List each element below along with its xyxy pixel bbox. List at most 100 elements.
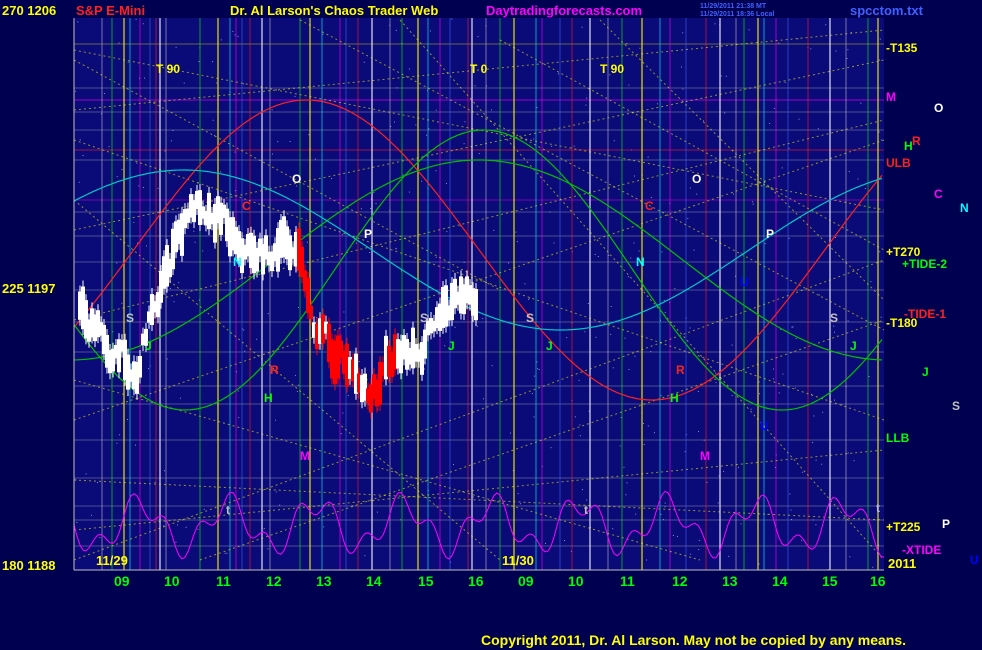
date-label-day2: 11/30 bbox=[502, 553, 534, 568]
x-hour-tick-label: 16 bbox=[870, 573, 886, 589]
star-dot bbox=[135, 18, 137, 20]
star-dot bbox=[835, 50, 837, 52]
copyright-text: Copyright 2011, Dr. Al Larson. May not b… bbox=[481, 632, 906, 648]
star-dot bbox=[627, 276, 629, 278]
price-bar-up bbox=[138, 355, 142, 378]
star-dot bbox=[878, 131, 880, 133]
right-flux-label: H bbox=[904, 139, 913, 153]
chart-flux-label: N bbox=[636, 255, 645, 269]
star-dot bbox=[355, 242, 357, 244]
star-dot bbox=[594, 254, 596, 256]
star-dot bbox=[664, 312, 666, 314]
star-dot bbox=[628, 369, 630, 371]
mid-price-label: 225 1197 bbox=[2, 281, 56, 296]
star-dot bbox=[579, 424, 581, 426]
star-dot bbox=[435, 256, 437, 258]
star-dot bbox=[706, 481, 708, 483]
star-dot bbox=[294, 374, 296, 376]
right-flux-label: P bbox=[942, 517, 950, 531]
star-dot bbox=[853, 460, 855, 462]
star-dot bbox=[275, 419, 277, 421]
bottom-price-label: 180 1188 bbox=[2, 558, 56, 573]
star-dot bbox=[533, 138, 535, 140]
star-dot bbox=[296, 391, 298, 393]
star-dot bbox=[633, 175, 635, 177]
x-hour-tick-label: 14 bbox=[772, 573, 788, 589]
timestamp-mt: 11/29/2011 21:38 MT bbox=[700, 3, 767, 10]
star-dot bbox=[103, 93, 105, 95]
right-flux-label: +TIDE-2 bbox=[902, 257, 947, 271]
star-dot bbox=[731, 344, 733, 346]
chart-flux-label: M bbox=[700, 449, 710, 463]
star-dot bbox=[267, 313, 269, 315]
star-dot bbox=[633, 242, 635, 244]
star-dot bbox=[370, 207, 372, 209]
star-dot bbox=[682, 32, 684, 34]
star-dot bbox=[773, 107, 775, 109]
star-dot bbox=[661, 251, 663, 253]
star-dot bbox=[553, 242, 555, 244]
star-dot bbox=[778, 42, 780, 44]
star-dot bbox=[748, 29, 750, 31]
star-dot bbox=[750, 408, 752, 410]
star-dot bbox=[127, 61, 129, 63]
star-dot bbox=[454, 326, 456, 328]
star-dot bbox=[289, 140, 291, 142]
star-dot bbox=[369, 252, 371, 254]
star-dot bbox=[847, 452, 849, 454]
star-dot bbox=[868, 376, 870, 378]
star-dot bbox=[818, 294, 820, 296]
star-dot bbox=[237, 35, 239, 37]
star-dot bbox=[408, 191, 410, 193]
star-dot bbox=[639, 47, 641, 49]
star-dot bbox=[714, 23, 716, 25]
star-dot bbox=[515, 231, 517, 233]
x-hour-tick-label: 15 bbox=[822, 573, 838, 589]
star-dot bbox=[610, 333, 612, 335]
chart-flux-label: M bbox=[300, 449, 310, 463]
star-dot bbox=[121, 168, 123, 170]
star-dot bbox=[815, 524, 817, 526]
chart-flux-label: T 90 bbox=[156, 62, 180, 76]
right-flux-label: LLB bbox=[886, 431, 910, 445]
star-dot bbox=[121, 302, 123, 304]
star-dot bbox=[234, 151, 236, 153]
star-dot bbox=[76, 521, 78, 523]
star-dot bbox=[674, 288, 676, 290]
star-dot bbox=[660, 395, 662, 397]
star-dot bbox=[690, 553, 692, 555]
star-dot bbox=[684, 451, 686, 453]
star-dot bbox=[308, 134, 310, 136]
star-dot bbox=[715, 382, 717, 384]
star-dot bbox=[833, 325, 835, 327]
chart-flux-label: S bbox=[420, 311, 428, 325]
chart-flux-label: H bbox=[264, 391, 273, 405]
star-dot bbox=[243, 329, 245, 331]
star-dot bbox=[177, 524, 179, 526]
star-dot bbox=[203, 508, 205, 510]
star-dot bbox=[116, 176, 118, 178]
star-dot bbox=[795, 338, 797, 340]
star-dot bbox=[421, 180, 423, 182]
right-flux-label: -T135 bbox=[886, 41, 918, 55]
star-dot bbox=[551, 145, 553, 147]
star-dot bbox=[717, 502, 719, 504]
file-label: spcctom.txt bbox=[850, 3, 924, 18]
star-dot bbox=[798, 118, 800, 120]
star-dot bbox=[78, 181, 80, 183]
star-dot bbox=[586, 97, 588, 99]
star-dot bbox=[491, 365, 493, 367]
star-dot bbox=[474, 85, 476, 87]
star-dot bbox=[682, 88, 684, 90]
star-dot bbox=[116, 262, 118, 264]
star-dot bbox=[638, 250, 640, 252]
star-dot bbox=[680, 66, 682, 68]
chart-flux-label: H bbox=[670, 391, 679, 405]
star-dot bbox=[538, 368, 540, 370]
right-flux-label: J bbox=[922, 365, 929, 379]
star-dot bbox=[360, 208, 362, 210]
star-dot bbox=[531, 393, 533, 395]
star-dot bbox=[660, 513, 662, 515]
star-dot bbox=[788, 237, 790, 239]
right-flux-label: C bbox=[934, 187, 943, 201]
